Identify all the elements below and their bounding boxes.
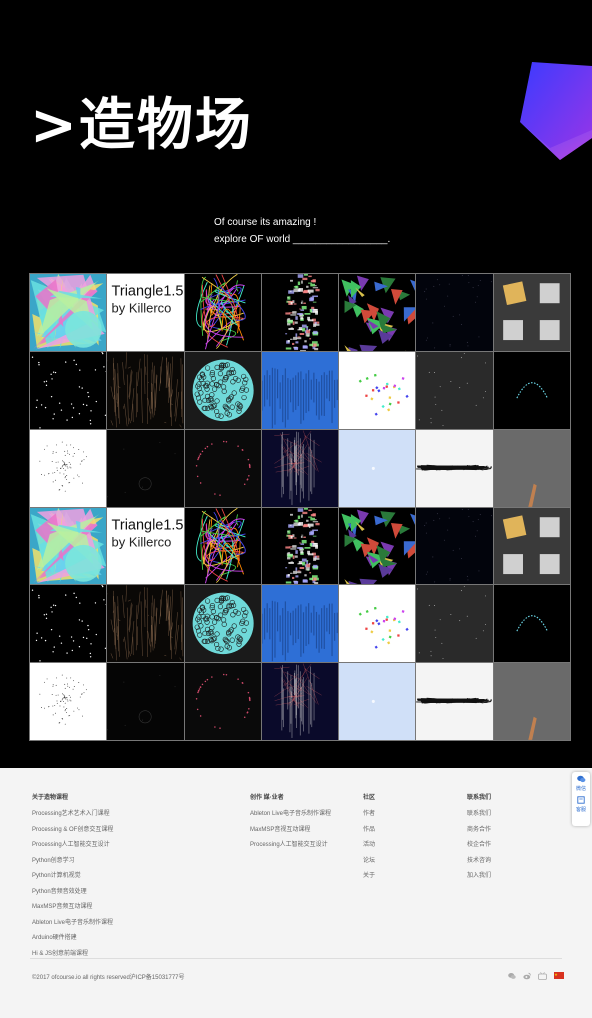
gallery-tile-red-dots[interactable] [184, 663, 261, 740]
gallery-tile-pale[interactable] [339, 429, 416, 507]
footer-link[interactable]: 作者 [363, 808, 375, 817]
tagline: Of course its amazing ! explore OF world… [214, 214, 390, 248]
footer-heading: 创作 媒·业者 [250, 795, 284, 801]
footer-link[interactable]: MaxMSP音视互动课程 [250, 824, 331, 833]
footer-heading: 关于造物课程 [32, 795, 69, 801]
gallery-tile-blue-spikes[interactable] [261, 351, 339, 429]
gallery-tile-confetti[interactable] [339, 351, 416, 429]
gallery-tile-pale[interactable] [339, 663, 416, 740]
gallery-tile-threads[interactable] [107, 585, 184, 663]
footer-link[interactable]: 加入我们 [467, 870, 491, 879]
gallery-tile-bundle[interactable] [184, 507, 261, 585]
footer-link[interactable]: Hi & JS创意前端课程 [32, 948, 113, 957]
gallery-tile-brush[interactable] [416, 663, 493, 740]
footer-link[interactable]: 活动 [363, 839, 375, 848]
footer-divider [30, 958, 562, 959]
copyright: ©2017 ofcourse.io all rights reserved沪IC… [32, 975, 185, 981]
gallery-tile-flower[interactable] [30, 274, 107, 351]
side-widget-label-1: 微信 [575, 786, 586, 792]
gallery-tile-column[interactable] [261, 274, 339, 351]
tile-text-line2: by Killerco [112, 300, 172, 315]
footer-col-contact: 联系我们 联系我们 商务合作 校企合作 技术咨询 加入我们 [467, 792, 491, 886]
gallery-tile-text[interactable]: Triangle1.5 by Killerco [107, 274, 184, 351]
footer-col-creators: 创作 媒·业者 Ableton Live电子音乐制作课程 MaxMSP音视互动课… [250, 792, 331, 855]
gallery-tile-dots[interactable] [416, 274, 493, 351]
footer-link[interactable]: Arduino硬件搭建 [32, 932, 113, 941]
footer-link[interactable]: 联系我们 [467, 808, 491, 817]
gallery-tile-circle[interactable] [184, 585, 261, 663]
gallery-tile-scatter[interactable] [30, 663, 107, 740]
gallery-tile-squares[interactable] [493, 507, 570, 585]
gallery-tile-dark-dots[interactable] [416, 351, 493, 429]
tile-text-line1: Triangle1.5 [112, 517, 184, 533]
gallery-tile-arc[interactable] [493, 585, 570, 663]
gallery-tile-scatter[interactable] [30, 429, 107, 507]
footer-link[interactable]: 关于 [363, 870, 375, 879]
footer-link[interactable]: 校企合作 [467, 839, 491, 848]
footer-link[interactable]: 技术咨询 [467, 855, 491, 864]
gallery-tile-threads[interactable] [107, 351, 184, 429]
gallery-tile-gray-stroke[interactable] [493, 663, 570, 740]
page-title: >造物场 [30, 93, 253, 158]
footer-link[interactable]: Python音频音效处理 [32, 886, 113, 895]
chat-icon [572, 775, 590, 785]
tagline-line-2: explore OF world _________________. [214, 234, 391, 245]
footer-link[interactable]: 作品 [363, 824, 375, 833]
tile-text-line1: Triangle1.5 [112, 283, 184, 299]
gallery-tile-shards[interactable] [339, 507, 416, 585]
gallery-tile-lines[interactable] [261, 429, 339, 507]
gallery-tile-shards[interactable] [339, 274, 416, 351]
gallery-tile-red-dots[interactable] [184, 429, 261, 507]
side-widget-label-2: 客服 [575, 807, 586, 813]
footer-link[interactable]: 商务合作 [467, 824, 491, 833]
gallery-tile-column[interactable] [261, 507, 339, 585]
footer-col-courses: 关于造物课程 Processing艺术艺术入门课程 Processing & O… [32, 792, 113, 963]
gallery-tile-confetti[interactable] [339, 585, 416, 663]
footer-link[interactable]: Ableton Live电子音乐制作课程 [250, 808, 331, 817]
service-icon [572, 796, 590, 806]
wechat-icon[interactable] [508, 972, 516, 982]
gallery-tile-brush[interactable] [416, 429, 493, 507]
gallery-tile-stars[interactable] [30, 585, 107, 663]
footer-heading: 联系我们 [467, 795, 492, 801]
footer-link[interactable]: Processing & OF创意交互课程 [32, 824, 113, 833]
footer-link[interactable]: Python创意学习 [32, 855, 113, 864]
social-links [508, 972, 564, 982]
footer-heading: 社区 [363, 795, 376, 801]
footer-link[interactable]: Processing人工智能交互设计 [250, 839, 331, 848]
bilibili-icon[interactable] [538, 972, 547, 982]
flag-icon[interactable] [554, 972, 564, 982]
hero-section: >造物场 Of course its amazing ! explore OF … [0, 0, 592, 768]
footer-link[interactable]: Ableton Live电子音乐制作课程 [32, 917, 113, 926]
side-widget[interactable]: 微信 客服 [572, 772, 590, 826]
artwork-gallery: Triangle1.5 by Killerco Triangle1.5 by Kil… [29, 273, 571, 741]
footer-col-community: 社区 作者 作品 活动 论坛 关于 [363, 792, 375, 886]
gallery-tile-faint-circle[interactable] [107, 429, 184, 507]
footer-link[interactable]: Processing人工智能交互设计 [32, 839, 113, 848]
gallery-tile-gray-stroke[interactable] [493, 429, 570, 507]
cube-graphic [520, 62, 592, 160]
tile-text-line2: by Killerco [112, 534, 172, 549]
gallery-tile-faint-circle[interactable] [107, 663, 184, 740]
gallery-tile-dark-dots[interactable] [416, 585, 493, 663]
footer-link[interactable]: 论坛 [363, 855, 375, 864]
tagline-line-1: Of course its amazing ! [214, 217, 317, 228]
gallery-tile-squares[interactable] [493, 274, 570, 351]
gallery-tile-circle[interactable] [184, 351, 261, 429]
gallery-tile-arc[interactable] [493, 351, 570, 429]
footer-link[interactable]: Python计算机视觉 [32, 870, 113, 879]
gallery-tile-blue-spikes[interactable] [261, 585, 339, 663]
gallery-tile-bundle[interactable] [184, 274, 261, 351]
footer-link[interactable]: Processing艺术艺术入门课程 [32, 808, 113, 817]
footer-link[interactable]: MaxMSP音频互动课程 [32, 901, 113, 910]
gallery-tile-dots[interactable] [416, 507, 493, 585]
gallery-tile-stars[interactable] [30, 351, 107, 429]
weibo-icon[interactable] [523, 972, 531, 982]
gallery-tile-flower[interactable] [30, 507, 107, 585]
gallery-tile-lines[interactable] [261, 663, 339, 740]
gallery-tile-text[interactable]: Triangle1.5 by Killerco [107, 507, 184, 585]
